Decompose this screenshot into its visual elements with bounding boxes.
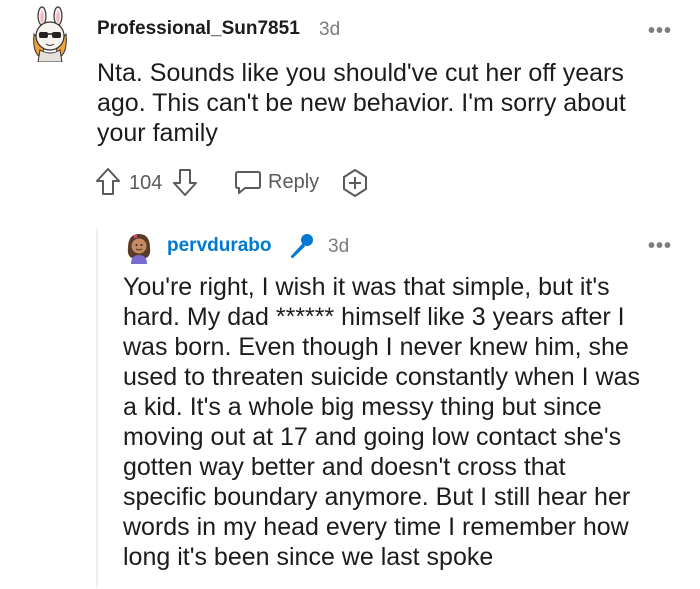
comment-body: Nta. Sounds like you should've cut her o… xyxy=(97,58,626,148)
comment-body-line: long it's been since we last spoke xyxy=(123,543,494,571)
comment-username[interactable]: pervdurabo xyxy=(167,235,272,257)
avatar[interactable] xyxy=(124,232,154,264)
comment-body-line: ago. This can't be new behavior. I'm sor… xyxy=(97,89,626,117)
more-options-icon[interactable]: ••• xyxy=(648,235,672,258)
comment-body-line: gotten way better and doesn't cross that xyxy=(123,453,566,481)
comment-timestamp: 3d xyxy=(319,19,341,40)
avatar[interactable] xyxy=(22,6,78,62)
comment-username[interactable]: Professional_Sun7851 xyxy=(97,18,300,40)
comment-body-line: hard. My dad ****** himself like 3 years… xyxy=(123,303,625,331)
comment-body-line: your family xyxy=(97,119,218,147)
comment-body-line: Nta. Sounds like you should've cut her o… xyxy=(97,59,624,87)
comment-body-line: words in my head every time I remember h… xyxy=(123,513,629,541)
comment-body: You're right, I wish it was that simple,… xyxy=(123,272,640,572)
comment-body-line: was born. Even though I never knew him, … xyxy=(123,333,629,361)
downvote-icon[interactable] xyxy=(171,166,199,198)
thread-line[interactable] xyxy=(96,228,98,588)
upvote-icon[interactable] xyxy=(94,166,122,198)
reply-icon[interactable] xyxy=(233,166,263,198)
comment-timestamp: 3d xyxy=(328,236,350,257)
comment-body-line: You're right, I wish it was that simple,… xyxy=(123,273,610,301)
reply-button[interactable]: Reply xyxy=(268,171,319,194)
microphone-flair-icon xyxy=(291,234,313,258)
comment-body-line: specific boundary anymore. But I still h… xyxy=(123,483,631,511)
vote-count: 104 xyxy=(129,172,163,194)
comment-body-line: used to threaten suicide constantly when… xyxy=(123,363,640,391)
comment-body-line: moving out at 17 and going low contact s… xyxy=(123,423,622,451)
comment-body-line: a kid. It's a whole big messy thing but … xyxy=(123,393,602,421)
award-icon[interactable] xyxy=(340,166,370,198)
more-options-icon[interactable]: ••• xyxy=(648,20,672,43)
